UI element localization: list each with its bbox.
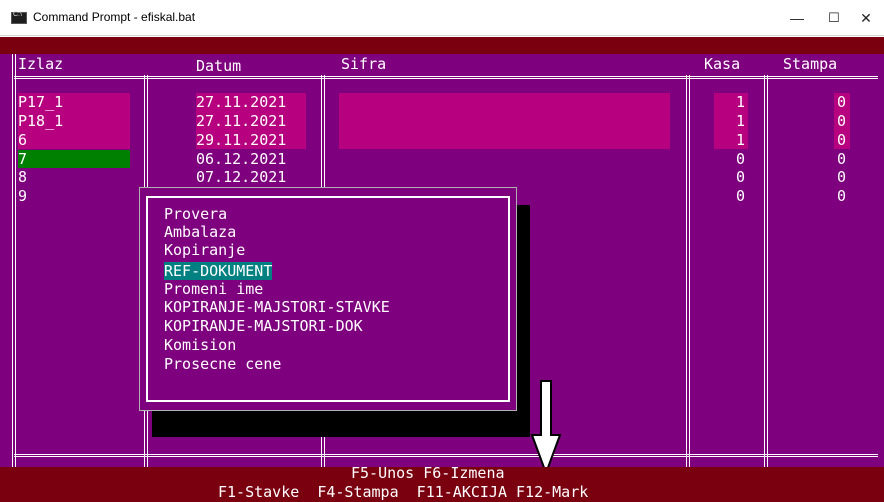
header-stampa: Stampa (783, 55, 838, 73)
header-sifra: Sifra (341, 55, 387, 73)
stampa-cell: 0 (837, 93, 847, 111)
menu-item-kopiranje-majstori-dok[interactable]: KOPIRANJE-MAJSTORI-DOK (164, 317, 363, 335)
datum-cell: 06.12.2021 (196, 150, 287, 168)
kasa-cell: 0 (736, 168, 746, 186)
izlaz-cell: 8 (18, 168, 28, 186)
header-izlaz: Izlaz (18, 55, 64, 73)
menu-item-ref-dokument[interactable]: REF-DOKUMENT (164, 262, 273, 280)
stampa-cell: 0 (837, 131, 847, 149)
footer-line-2: F1-Stavke F4-Stampa F11-AKCIJA F12-Mark (218, 483, 589, 501)
stampa-cell: 0 (837, 112, 847, 130)
stampa-cell: 0 (837, 168, 847, 186)
izlaz-cell: 7 (18, 150, 28, 168)
header-datum: Datum (196, 57, 242, 75)
kasa-cell: 0 (736, 150, 746, 168)
datum-cell: 27.11.2021 (196, 112, 287, 130)
datum-cell: 29.11.2021 (196, 131, 287, 149)
title-bar: Command Prompt - efiskal.bat — ☐ ✕ (0, 0, 884, 36)
menu-item-kopiranje-majstori-stavke[interactable]: KOPIRANJE-MAJSTORI-STAVKE (164, 298, 390, 316)
kasa-cell: 1 (736, 131, 746, 149)
maximize-button[interactable]: ☐ (816, 0, 852, 36)
close-button[interactable]: ✕ (848, 0, 884, 36)
frame-left (12, 54, 16, 467)
stampa-cell: 0 (837, 150, 847, 168)
stampa-cell: 0 (837, 187, 847, 205)
kasa-cell: 1 (736, 112, 746, 130)
menu-item-kopiranje[interactable]: Kopiranje (164, 241, 245, 259)
izlaz-cell: P18_1 (18, 112, 64, 130)
footer-separator (14, 454, 878, 457)
menu-item-provera[interactable]: Provera (164, 205, 227, 223)
console-top-strip (0, 37, 884, 54)
kasa-cell: 0 (736, 187, 746, 205)
minimize-button[interactable]: — (779, 0, 815, 36)
header-kasa: Kasa (704, 55, 741, 73)
console-area[interactable]: Izlaz Datum Sifra Kasa Stampa P17_1 27.1… (0, 37, 884, 502)
datum-cell: 27.11.2021 (196, 93, 287, 111)
menu-item-prosecne-cene[interactable]: Prosecne cene (164, 355, 281, 373)
izlaz-cell: 9 (18, 187, 28, 205)
column-divider (686, 75, 690, 467)
menu-item-promeni-ime[interactable]: Promeni ime (164, 280, 263, 298)
sifra-highlight (339, 93, 670, 149)
context-menu: Provera Ambalaza Kopiranje REF-DOKUMENT … (139, 187, 517, 411)
column-divider (764, 75, 768, 467)
footer-line-1: F5-Unos F6-Izmena (351, 464, 505, 482)
kasa-cell: 1 (736, 93, 746, 111)
window-title: Command Prompt - efiskal.bat (33, 10, 196, 24)
izlaz-cell: P17_1 (18, 93, 64, 111)
selected-row-highlight (18, 150, 130, 168)
down-arrow-annotation (530, 380, 562, 476)
izlaz-cell: 6 (18, 131, 28, 149)
command-prompt-icon (11, 11, 27, 24)
header-separator (14, 76, 878, 79)
menu-item-komision[interactable]: Komision (164, 336, 236, 354)
menu-item-ambalaza[interactable]: Ambalaza (164, 223, 236, 241)
datum-cell: 07.12.2021 (196, 168, 287, 186)
